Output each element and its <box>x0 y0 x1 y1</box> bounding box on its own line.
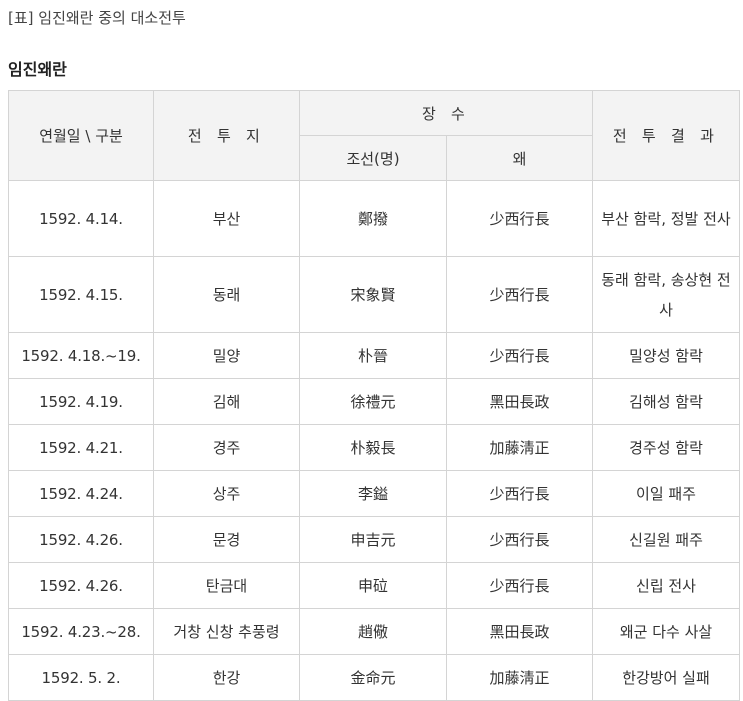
cell-place: 탄금대 <box>153 562 300 609</box>
cell-joseon-commander: 朴晉 <box>299 332 447 379</box>
cell-japan-commander: 少西行長 <box>446 516 593 563</box>
header-date: 연월일 \ 구분 <box>8 90 154 181</box>
table-row: 1592. 4.26. 탄금대 申砬 少西行長 신립 전사 <box>8 562 740 609</box>
battle-table: 연월일 \ 구분 전 투 지 장 수 전 투 결 과 조선(명) 왜 1592.… <box>8 90 740 701</box>
cell-result: 한강방어 실패 <box>592 654 740 701</box>
cell-place: 동래 <box>153 256 300 333</box>
table-row: 1592. 4.15. 동래 宋象賢 少西行長 동래 함락, 송상현 전사 <box>8 256 740 333</box>
cell-japan-commander: 加藤淸正 <box>446 424 593 471</box>
cell-result: 신립 전사 <box>592 562 740 609</box>
cell-date: 1592. 4.26. <box>8 516 154 563</box>
cell-place: 상주 <box>153 470 300 517</box>
cell-joseon-commander: 徐禮元 <box>299 378 447 425</box>
cell-japan-commander: 少西行長 <box>446 470 593 517</box>
cell-date: 1592. 4.26. <box>8 562 154 609</box>
cell-result: 김해성 함락 <box>592 378 740 425</box>
cell-joseon-commander: 朴毅長 <box>299 424 447 471</box>
cell-place: 경주 <box>153 424 300 471</box>
table-row: 1592. 4.19. 김해 徐禮元 黑田長政 김해성 함락 <box>8 378 740 425</box>
cell-result: 이일 패주 <box>592 470 740 517</box>
cell-place: 거창 신창 추풍령 <box>153 608 300 655</box>
cell-result: 경주성 함락 <box>592 424 740 471</box>
cell-joseon-commander: 李鎰 <box>299 470 447 517</box>
table-row: 1592. 5. 2. 한강 金命元 加藤淸正 한강방어 실패 <box>8 654 740 701</box>
cell-place: 한강 <box>153 654 300 701</box>
cell-result: 밀양성 함락 <box>592 332 740 379</box>
cell-date: 1592. 4.14. <box>8 180 154 257</box>
cell-joseon-commander: 金命元 <box>299 654 447 701</box>
cell-joseon-commander: 申吉元 <box>299 516 447 563</box>
cell-place: 밀양 <box>153 332 300 379</box>
table-header-row: 연월일 \ 구분 전 투 지 장 수 전 투 결 과 <box>8 90 740 181</box>
table-row: 1592. 4.14. 부산 鄭撥 少西行長 부산 함락, 정발 전사 <box>8 180 740 257</box>
cell-place: 김해 <box>153 378 300 425</box>
table-caption: [표] 임진왜란 중의 대소전투 <box>8 9 186 27</box>
header-joseon: 조선(명) <box>299 135 447 181</box>
cell-result: 신길원 패주 <box>592 516 740 563</box>
header-result: 전 투 결 과 <box>592 90 740 181</box>
cell-date: 1592. 4.21. <box>8 424 154 471</box>
cell-japan-commander: 少西行長 <box>446 180 593 257</box>
cell-place: 부산 <box>153 180 300 257</box>
cell-date: 1592. 4.19. <box>8 378 154 425</box>
table-row: 1592. 4.26. 문경 申吉元 少西行長 신길원 패주 <box>8 516 740 563</box>
cell-japan-commander: 少西行長 <box>446 332 593 379</box>
cell-result: 동래 함락, 송상현 전사 <box>592 256 740 333</box>
cell-japan-commander: 黑田長政 <box>446 608 593 655</box>
cell-japan-commander: 加藤淸正 <box>446 654 593 701</box>
cell-date: 1592. 4.18.~19. <box>8 332 154 379</box>
cell-date: 1592. 5. 2. <box>8 654 154 701</box>
cell-date: 1592. 4.24. <box>8 470 154 517</box>
table-row: 1592. 4.18.~19. 밀양 朴晉 少西行長 밀양성 함락 <box>8 332 740 379</box>
header-place: 전 투 지 <box>153 90 300 181</box>
table-row: 1592. 4.21. 경주 朴毅長 加藤淸正 경주성 함락 <box>8 424 740 471</box>
cell-place: 문경 <box>153 516 300 563</box>
cell-joseon-commander: 趙儆 <box>299 608 447 655</box>
section-title: 임진왜란 <box>8 60 67 79</box>
header-japan: 왜 <box>446 135 593 181</box>
cell-joseon-commander: 宋象賢 <box>299 256 447 333</box>
cell-japan-commander: 黑田長政 <box>446 378 593 425</box>
cell-date: 1592. 4.15. <box>8 256 154 333</box>
cell-joseon-commander: 鄭撥 <box>299 180 447 257</box>
cell-japan-commander: 少西行長 <box>446 256 593 333</box>
cell-result: 부산 함락, 정발 전사 <box>592 180 740 257</box>
table-row: 1592. 4.24. 상주 李鎰 少西行長 이일 패주 <box>8 470 740 517</box>
header-commanders: 장 수 <box>299 90 593 136</box>
cell-joseon-commander: 申砬 <box>299 562 447 609</box>
cell-result: 왜군 다수 사살 <box>592 608 740 655</box>
cell-japan-commander: 少西行長 <box>446 562 593 609</box>
cell-date: 1592. 4.23.~28. <box>8 608 154 655</box>
table-row: 1592. 4.23.~28. 거창 신창 추풍령 趙儆 黑田長政 왜군 다수 … <box>8 608 740 655</box>
